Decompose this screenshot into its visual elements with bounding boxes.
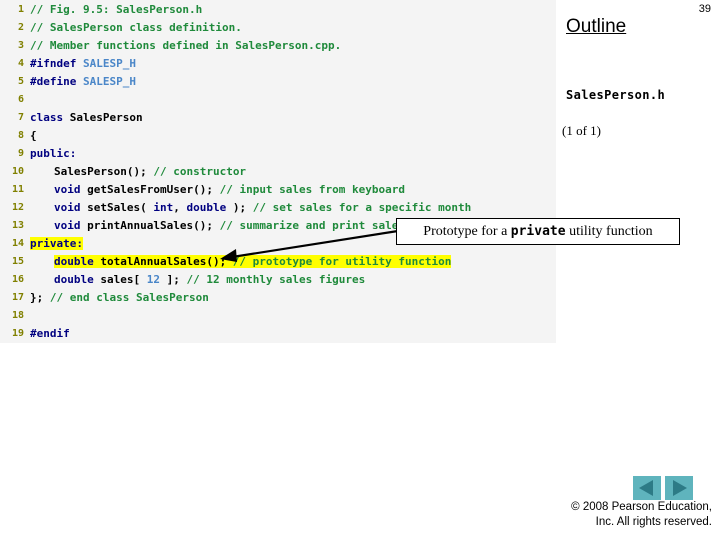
code-line-text: #endif [30, 325, 70, 343]
code-token: class [30, 111, 70, 124]
code-line-text: void getSalesFromUser(); // input sales … [54, 181, 405, 199]
code-token: 12 [146, 273, 160, 286]
code-token: ); [226, 201, 253, 214]
callout-text: Prototype for a private utility function [423, 224, 652, 240]
code-token: // prototype for utility function [232, 255, 452, 268]
code-token: setSales( [87, 201, 154, 214]
page-number: 39 [698, 3, 711, 15]
code-line-number: 8 [17, 130, 24, 141]
code-token: ]; [159, 273, 187, 286]
outline-filename: SalesPerson.h [566, 88, 666, 102]
code-line-text: // SalesPerson class definition. [30, 19, 242, 37]
code-token: double [186, 201, 227, 214]
code-listing: 1 // Fig. 9.5: SalesPerson.h 2 // SalesPers… [0, 0, 556, 343]
code-line-number: 19 [11, 328, 24, 339]
code-token: // Member functions defined in SalesPers… [30, 39, 342, 52]
code-token: #endif [30, 327, 70, 340]
code-line-text: #ifndef SALESP_H [30, 55, 136, 73]
code-line-text: void setSales( int, double ); // set sal… [54, 199, 471, 217]
code-line-number: 18 [11, 310, 24, 321]
code-line-number: 2 [17, 22, 24, 33]
slide-page: 1 // Fig. 9.5: SalesPerson.h 2 // SalesPers… [0, 0, 720, 540]
code-token: // SalesPerson class definition. [30, 21, 242, 34]
code-line-number: 9 [17, 148, 24, 159]
next-slide-button[interactable] [665, 476, 693, 500]
code-line-text: class SalesPerson [30, 109, 143, 127]
code-token: // summarize and print sales [219, 219, 406, 232]
code-token: totalAnnualSales(); [100, 255, 233, 268]
code-line-text: #define SALESP_H [30, 73, 136, 91]
code-line-number: 13 [11, 220, 24, 231]
copyright-line-1: © 2008 Pearson Education, [571, 501, 712, 513]
code-token: SALESP_H [82, 75, 136, 88]
code-line-text: // Member functions defined in SalesPers… [30, 37, 341, 55]
code-token: // end class SalesPerson [49, 291, 209, 304]
code-line-number: 16 [11, 274, 24, 285]
code-line-text: public: [30, 145, 76, 163]
code-token: void [54, 219, 88, 232]
code-line-number: 15 [11, 256, 24, 267]
code-token: SALESP_H [82, 57, 136, 70]
outline-page-counter: (1 of 1) [562, 123, 601, 138]
code-token: }; [30, 291, 50, 304]
code-token: { [30, 129, 37, 142]
copyright-notice: © 2008 Pearson Education, Inc. All right… [452, 500, 712, 530]
code-token: double [54, 273, 101, 286]
callout-keyword: private [510, 223, 566, 239]
code-line-text: double totalAnnualSales(); // prototype … [54, 253, 452, 271]
code-line-number: 12 [11, 202, 24, 213]
code-line-number: 5 [17, 76, 24, 87]
code-line-text: }; // end class SalesPerson [30, 289, 209, 307]
code-token: // input sales from keyboard [219, 183, 406, 196]
triangle-right-icon [673, 480, 687, 496]
copyright-line-2: Inc. All rights reserved. [595, 516, 712, 528]
code-token: // constructor [153, 165, 247, 178]
code-token: // Fig. 9.5: SalesPerson.h [30, 3, 203, 16]
previous-slide-button[interactable] [633, 476, 661, 500]
code-line-number: 11 [11, 184, 24, 195]
callout-text-before: Prototype for a [423, 223, 511, 239]
code-token: int [153, 201, 174, 214]
code-line-text: void printAnnualSales(); // summarize an… [54, 217, 405, 235]
code-line-number: 3 [17, 40, 24, 51]
code-token: #ifndef [30, 57, 83, 70]
code-token: sales[ [100, 273, 147, 286]
callout-box: Prototype for a private utility function [396, 218, 680, 245]
outline-heading: Outline [566, 16, 627, 37]
code-token: // set sales for a specific month [252, 201, 472, 214]
code-token: SalesPerson [69, 111, 143, 124]
triangle-left-icon [639, 480, 653, 496]
code-token: , [173, 201, 187, 214]
code-token: getSalesFromUser(); [87, 183, 220, 196]
callout-text-after: utility function [565, 223, 653, 239]
code-token: SalesPerson(); [54, 165, 154, 178]
code-line-text: { [30, 127, 37, 145]
code-token: void [54, 201, 88, 214]
code-token: double [54, 255, 101, 268]
code-line-text: double sales[ 12 ]; // 12 monthly sales … [54, 271, 365, 289]
code-token: public: [30, 147, 77, 160]
code-line-number: 17 [11, 292, 24, 303]
code-line-number: 10 [11, 166, 24, 177]
code-token: void [54, 183, 88, 196]
code-token: private: [30, 237, 83, 250]
code-token: // 12 monthly sales figures [186, 273, 366, 286]
code-line-text: private: [30, 235, 83, 253]
code-token: printAnnualSales(); [87, 219, 220, 232]
code-line-text: // Fig. 9.5: SalesPerson.h [30, 1, 202, 19]
code-line-number: 1 [17, 4, 24, 15]
code-line-number: 6 [17, 94, 24, 105]
code-line-text: SalesPerson(); // constructor [54, 163, 246, 181]
code-line-number: 14 [11, 238, 24, 249]
code-token: #define [30, 75, 83, 88]
code-line-number: 7 [17, 112, 24, 123]
code-line-number: 4 [17, 58, 24, 69]
